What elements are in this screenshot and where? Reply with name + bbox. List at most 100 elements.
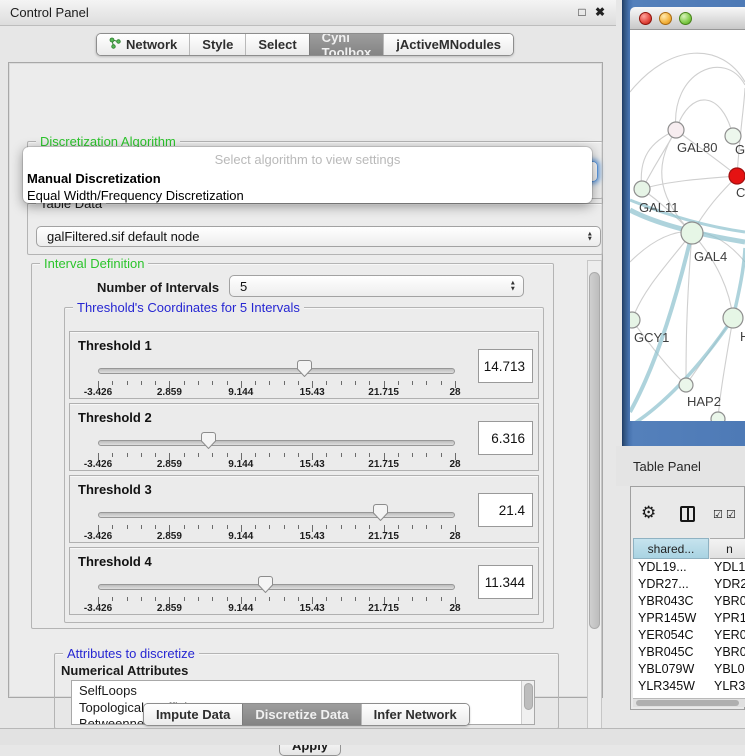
tab-discretize-data[interactable]: Discretize Data [242, 704, 360, 725]
float-window-icon[interactable]: □ [574, 5, 590, 19]
network-node-gal11[interactable] [634, 181, 650, 197]
tab-cyni-toolbox[interactable]: Cyni Toolbox [309, 34, 384, 55]
tick-label: 21.715 [368, 603, 399, 614]
table-row[interactable]: YBR045CYBR0 [633, 644, 745, 661]
threshold-value-field[interactable]: 21.4 [478, 493, 533, 527]
tick-mark [227, 597, 228, 601]
network-node-gal4[interactable] [681, 222, 703, 244]
cell-shared-name: YER054C [638, 627, 694, 644]
network-node-c[interactable] [729, 168, 745, 184]
tick-mark [198, 453, 199, 457]
table-row[interactable]: YER054CYER0 [633, 627, 745, 644]
tab-network[interactable]: Network [97, 34, 189, 55]
table-row[interactable]: YDR27...YDR2 [633, 576, 745, 593]
slider-thumb-icon[interactable] [258, 576, 273, 598]
checkbox-icon[interactable]: ☑ [713, 508, 723, 521]
number-of-intervals-value: 5 [240, 279, 247, 294]
node-label: C [736, 185, 745, 200]
cell-shared-name: YDL19... [638, 559, 687, 576]
tick-label: 28 [449, 603, 460, 614]
table-data-combo[interactable]: galFiltered.sif default node ▲▼ [36, 226, 601, 247]
table-row[interactable]: YBR043CYBR0 [633, 593, 745, 610]
cell-name: YDR2 [714, 576, 745, 593]
network-icon [109, 37, 121, 52]
checkbox-icon[interactable]: ☑ [726, 508, 736, 521]
close-traffic-light-icon[interactable] [639, 12, 652, 25]
network-node-h[interactable] [723, 308, 743, 328]
tick-mark [369, 453, 370, 457]
threshold-label: Threshold 4 [78, 554, 152, 569]
thresholds-group-title: Threshold's Coordinates for 5 Intervals [73, 300, 304, 315]
tick-label: 28 [449, 459, 460, 470]
threshold-slider[interactable] [98, 360, 455, 380]
column-layout-icon[interactable] [680, 506, 695, 522]
network-canvas[interactable]: GAL80GCGAL11GAL4GCY1HHAP2 [630, 30, 745, 421]
tick-label: 21.715 [368, 531, 399, 542]
tab-impute-data[interactable]: Impute Data [144, 704, 242, 725]
tick-mark [412, 381, 413, 385]
cell-name: YDL1 [714, 559, 745, 576]
minimize-traffic-light-icon[interactable] [659, 12, 672, 25]
tick-mark [398, 381, 399, 385]
attributes-scrollbar-thumb[interactable] [524, 683, 533, 710]
threshold-box-2: Threshold 2-3.4262.8599.14415.4321.71528… [69, 403, 539, 471]
dropdown-placeholder: Select algorithm to view settings [27, 152, 588, 169]
tick-mark [127, 525, 128, 529]
node-label: GAL80 [677, 140, 717, 155]
tick-mark [398, 597, 399, 601]
close-icon[interactable]: ✖ [592, 5, 608, 19]
tick-mark [141, 525, 142, 529]
column-header-shared-name[interactable]: shared... [633, 538, 709, 559]
tick-label: 28 [449, 387, 460, 398]
tick-label: 15.43 [300, 603, 325, 614]
gear-icon[interactable]: ⚙ [641, 503, 656, 523]
tick-mark [412, 597, 413, 601]
tab-style[interactable]: Style [189, 34, 245, 55]
tab-impute-data-label: Impute Data [156, 707, 230, 722]
vertical-scrollbar-thumb[interactable] [589, 272, 600, 629]
table-row[interactable]: YDL19... YDL1 [633, 559, 745, 576]
tick-mark [112, 453, 113, 457]
tick-mark [184, 453, 185, 457]
number-of-intervals-combo[interactable]: 5 ▲▼ [229, 275, 524, 297]
tick-label: 9.144 [228, 531, 253, 542]
horizontal-scrollbar-thumb[interactable] [636, 700, 739, 706]
vertical-scrollbar[interactable] [587, 260, 602, 729]
tick-mark [112, 381, 113, 385]
threshold-box-1: Threshold 1-3.4262.8599.14415.4321.71528… [69, 331, 539, 399]
tick-mark [127, 453, 128, 457]
dropdown-option-manual-discretization[interactable]: Manual Discretization [27, 171, 588, 188]
attributes-scrollbar[interactable] [521, 681, 534, 724]
table-row[interactable]: YBL079WYBL0 [633, 661, 745, 678]
network-node[interactable] [711, 412, 725, 421]
horizontal-scrollbar[interactable] [633, 698, 745, 707]
list-item[interactable]: SelfLoops [79, 683, 518, 700]
threshold-slider[interactable] [98, 576, 455, 596]
slider-tick-labels: -3.4262.8599.14415.4321.71528 [98, 387, 455, 398]
table-row[interactable]: YLR345WYLR3 [633, 678, 745, 695]
dropdown-option-equal-width-frequency[interactable]: Equal Width/Frequency Discretization [27, 188, 588, 203]
tick-mark [284, 453, 285, 457]
tick-label: 21.715 [368, 387, 399, 398]
threshold-label: Threshold 3 [78, 482, 152, 497]
tab-select[interactable]: Select [245, 34, 308, 55]
threshold-slider[interactable] [98, 504, 455, 524]
slider-thumb-icon[interactable] [201, 432, 216, 454]
slider-thumb-icon[interactable] [297, 360, 312, 382]
table-rows[interactable]: YDL19... YDL1YDR27...YDR2YBR043CYBR0YPR14… [633, 559, 745, 698]
network-node-gcy1[interactable] [630, 312, 640, 328]
tab-jactivemnodules[interactable]: jActiveMNodules [383, 34, 513, 55]
threshold-value-field[interactable]: 6.316 [478, 421, 533, 455]
slider-thumb-icon[interactable] [373, 504, 388, 526]
zoom-traffic-light-icon[interactable] [679, 12, 692, 25]
tick-mark [112, 597, 113, 601]
table-row[interactable]: YPR145WYPR1 [633, 610, 745, 627]
tick-mark [269, 525, 270, 529]
threshold-value-field[interactable]: 11.344 [478, 565, 533, 599]
network-node-hap2[interactable] [679, 378, 693, 392]
threshold-slider[interactable] [98, 432, 455, 452]
threshold-value-field[interactable]: 14.713 [478, 349, 533, 383]
tab-infer-network[interactable]: Infer Network [361, 704, 469, 725]
column-header-name[interactable]: n [710, 538, 745, 559]
network-node-gal80[interactable] [668, 122, 684, 138]
